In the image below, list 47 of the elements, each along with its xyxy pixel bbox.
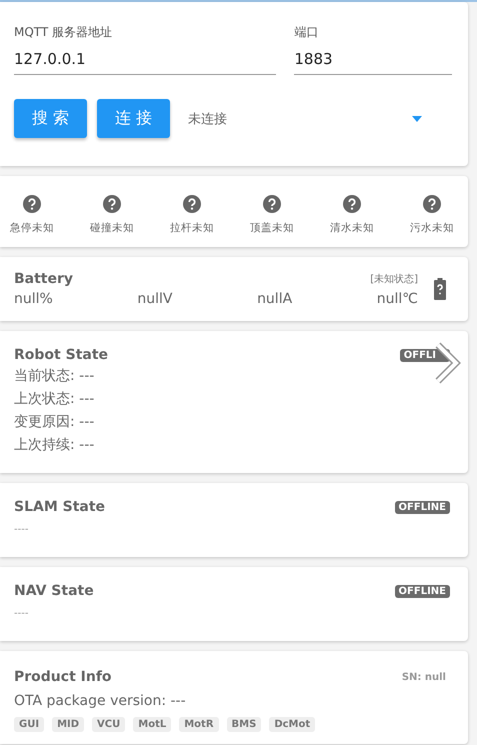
module-tag: MotL [133, 717, 172, 732]
question-icon [423, 195, 441, 213]
port-label: 端口 [294, 24, 320, 41]
module-tag: BMS [226, 717, 262, 732]
port-field[interactable]: 1883 [294, 47, 452, 75]
state-line: 变更原因: --- [14, 413, 96, 432]
question-icon [23, 195, 41, 213]
address-label: MQTT 服务器地址 [14, 24, 114, 41]
sensor-label: 顶盖未知 [250, 221, 294, 235]
card-title: Battery [14, 271, 74, 287]
ota-version: OTA package version: --- [14, 693, 187, 709]
module-tag: VCU [92, 717, 126, 732]
card-title: NAV State [14, 583, 94, 599]
state-value: ---- [14, 524, 30, 535]
state-line: 上次持续: --- [14, 436, 96, 455]
dropdown-caret-icon[interactable] [412, 116, 422, 122]
question-icon [103, 195, 121, 213]
battery-reading: nullV [137, 291, 172, 307]
module-tag: DcMot [269, 717, 316, 732]
card-title: Robot State [14, 347, 108, 363]
card-title: Product Info [14, 669, 112, 685]
battery-unknown-icon [434, 278, 446, 300]
question-icon [343, 195, 361, 213]
sensor-label: 拉杆未知 [170, 221, 214, 235]
battery-reading: null% [14, 291, 53, 307]
module-tag: MID [52, 717, 84, 732]
state-line: 当前状态: --- [14, 367, 96, 386]
module-tag: MotR [179, 717, 219, 732]
battery-reading: nullA [257, 291, 292, 307]
sensor-label: 碰撞未知 [90, 221, 134, 235]
sensor-label: 污水未知 [410, 221, 454, 235]
connection-status: 未连接 [188, 110, 228, 128]
address-field[interactable]: 127.0.0.1 [14, 47, 276, 75]
sensor-label: 急停未知 [10, 221, 54, 235]
status-badge: OFFLINE [394, 500, 450, 514]
serial-number: SN: null [402, 672, 446, 682]
question-icon [183, 195, 201, 213]
card-title: SLAM State [14, 499, 106, 515]
battery-reading: null℃ [376, 291, 418, 307]
state-line: 上次状态: --- [14, 390, 96, 409]
sensor-label: 清水未知 [330, 221, 374, 235]
state-value: ---- [14, 608, 30, 619]
module-tag: GUI [14, 717, 44, 732]
battery-status: [未知状态] [370, 272, 418, 286]
question-icon [263, 195, 281, 213]
status-badge: OFFLINE [394, 584, 450, 598]
chevron-right-icon[interactable] [434, 341, 462, 385]
